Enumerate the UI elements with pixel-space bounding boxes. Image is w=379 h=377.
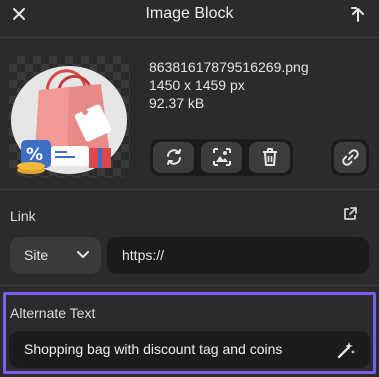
alt-text-label: Alternate Text [10, 305, 96, 321]
image-actions-group [150, 139, 293, 176]
link-button-inner[interactable] [334, 142, 366, 173]
image-edit-icon [213, 148, 231, 166]
link-url-value: https:// [122, 247, 165, 263]
image-preview[interactable]: % [9, 56, 130, 178]
replace-icon [167, 149, 181, 165]
section-divider [0, 189, 379, 190]
link-type-value: Site [24, 247, 49, 263]
file-size: 92.37 kB [149, 95, 205, 111]
link-label: Link [10, 208, 36, 224]
alt-text-input[interactable]: Shopping bag with discount tag and coins [9, 331, 370, 368]
chevron-down-icon [77, 251, 89, 258]
link-divider [0, 285, 379, 286]
header-divider [0, 37, 379, 38]
shopping-bag-illustration: % [11, 66, 127, 174]
panel-title: Image Block [145, 5, 234, 22]
svg-text:%: % [26, 145, 43, 165]
edit-image-button[interactable] [201, 142, 242, 173]
chain-link-icon [342, 149, 359, 166]
image-metadata: 86381617879516269.png 1450 x 1459 px 92.… [149, 58, 309, 112]
image-dimensions: 1450 x 1459 px [149, 77, 245, 93]
external-link-icon[interactable] [342, 206, 358, 222]
arrow-up-icon[interactable] [349, 5, 365, 23]
delete-image-button[interactable] [249, 142, 290, 173]
trash-icon [263, 148, 277, 166]
magic-wand-icon[interactable] [336, 340, 356, 360]
alt-text-value: Shopping bag with discount tag and coins [24, 341, 283, 357]
replace-image-button[interactable] [153, 142, 194, 173]
link-type-select[interactable]: Site [10, 237, 101, 274]
link-image-button[interactable] [331, 139, 369, 176]
panel-header: Image Block [0, 0, 379, 30]
link-url-input[interactable]: https:// [107, 237, 369, 274]
file-name: 86381617879516269.png [149, 59, 309, 75]
